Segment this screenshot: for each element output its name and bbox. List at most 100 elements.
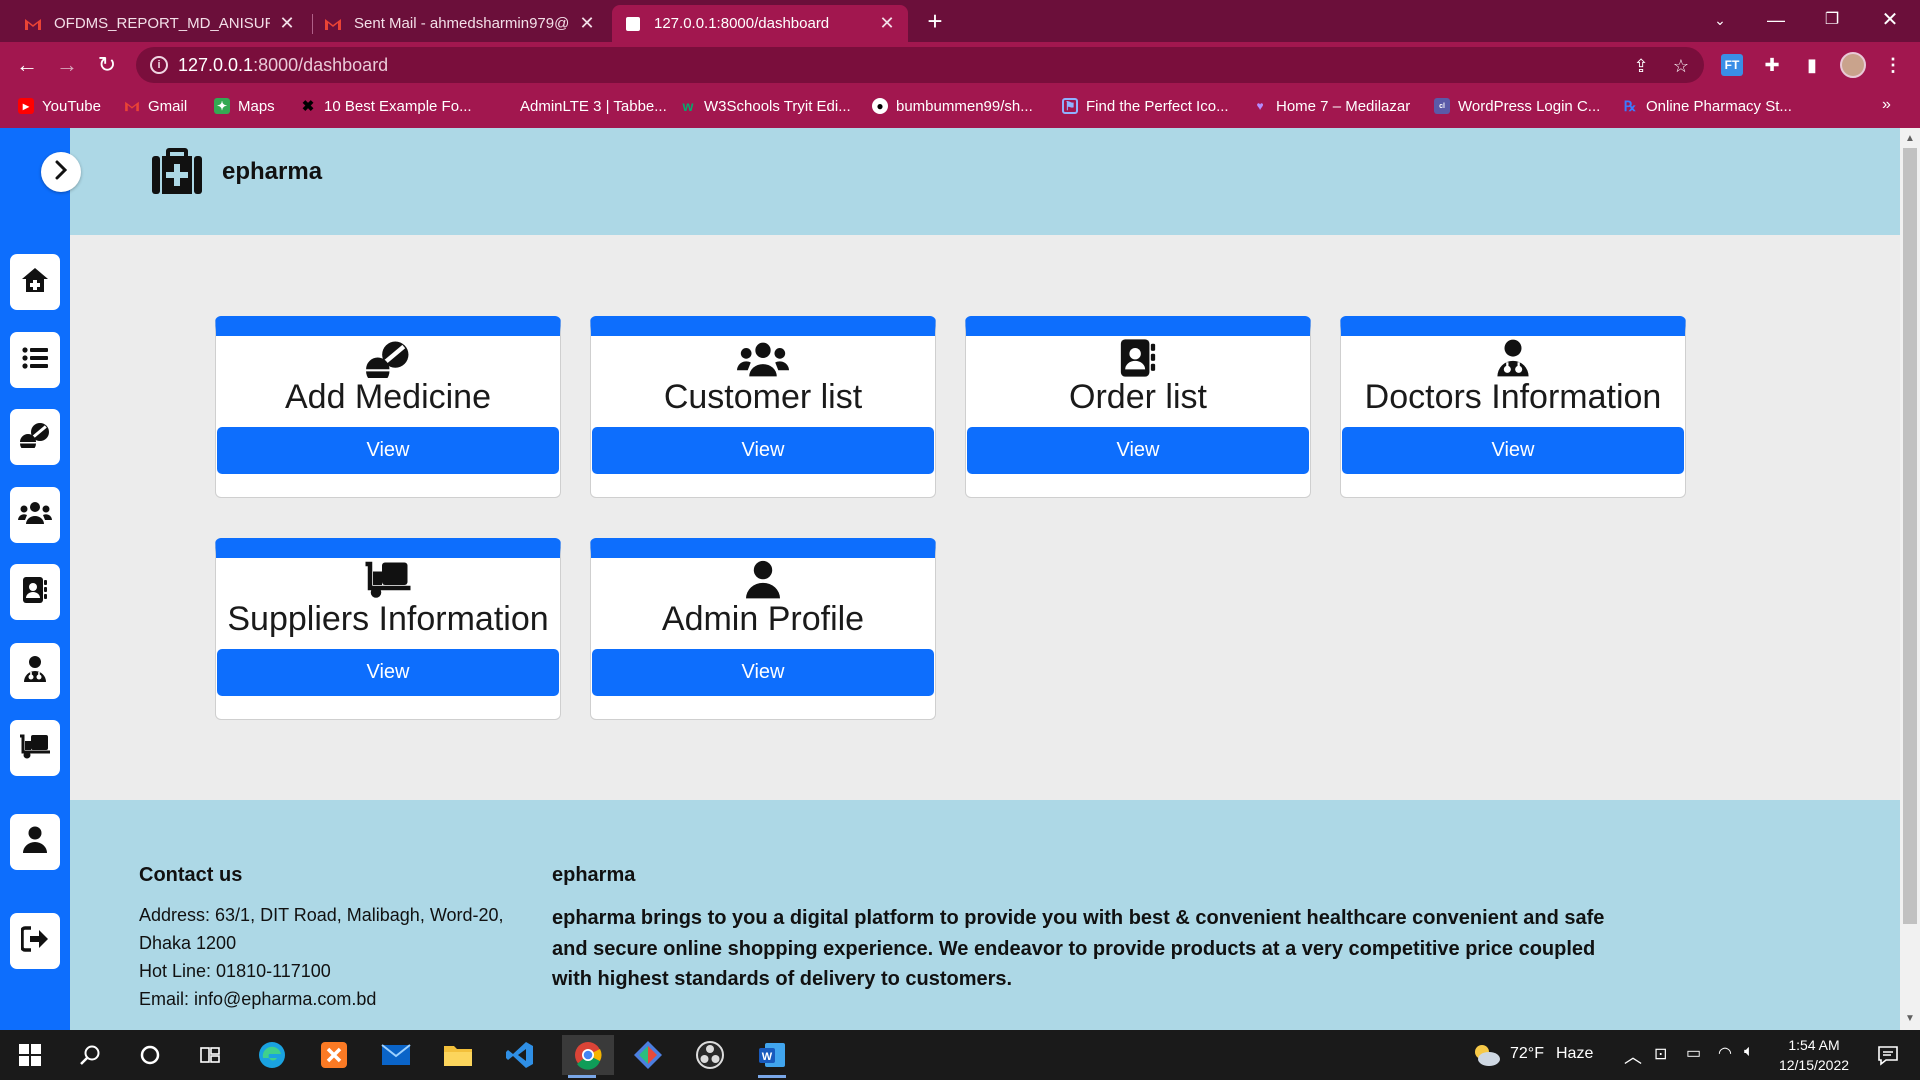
close-icon[interactable]: ✕ [278, 13, 296, 34]
notifications-icon[interactable] [1868, 1035, 1908, 1075]
tab-title: OFDMS_REPORT_MD_ANISUR_R/ [54, 15, 270, 32]
card-title: Order list [1069, 378, 1207, 416]
card-order-list: Order list View [965, 316, 1311, 498]
sidebar-item-home[interactable] [10, 254, 60, 310]
sidebar-item-profile[interactable] [10, 814, 60, 870]
more-bookmarks-icon[interactable]: » [1882, 96, 1891, 114]
card-title: Suppliers Information [227, 600, 549, 638]
windows-start-icon[interactable] [10, 1035, 50, 1075]
mail-icon[interactable] [376, 1035, 416, 1075]
w3schools-icon: w [682, 98, 694, 114]
view-order-list-button[interactable]: View [967, 427, 1309, 474]
close-icon[interactable]: ✕ [578, 13, 596, 34]
sidebar-item-medicine[interactable] [10, 409, 60, 465]
back-icon[interactable]: ← [12, 50, 42, 80]
system-clock[interactable]: 1:54 AM 12/15/2022 [1764, 1035, 1864, 1075]
view-suppliers-information-button[interactable]: View [217, 649, 559, 696]
view-doctors-information-button[interactable]: View [1342, 427, 1684, 474]
weather-temperature: 72°F [1510, 1045, 1544, 1062]
network-status-icon[interactable]: ⊡ [1654, 1044, 1667, 1064]
extension-ft-icon[interactable]: FT [1721, 54, 1743, 76]
card-title: Add Medicine [284, 378, 491, 416]
profile-avatar[interactable] [1840, 52, 1866, 78]
file-explorer-icon[interactable] [438, 1035, 478, 1075]
about-text: epharma brings to you a digital platform… [552, 907, 1605, 990]
tab-search-icon[interactable]: ⌄ [1692, 0, 1748, 42]
scrollbar-thumb[interactable] [1903, 148, 1917, 924]
tray-expand-icon[interactable]: ︿ [1624, 1043, 1642, 1069]
view-add-medicine-button[interactable]: View [217, 427, 559, 474]
sign-out-icon [20, 925, 49, 957]
dolly-icon [216, 558, 560, 600]
share-icon[interactable]: ⇪ [1630, 55, 1652, 77]
browser-tab-dashboard[interactable]: 127.0.0.1:8000/dashboard ✕ [612, 5, 908, 42]
youtube-icon: ▶ [18, 98, 34, 114]
restore-button[interactable]: ❐ [1804, 0, 1860, 42]
forward-icon[interactable]: → [52, 50, 82, 80]
bookmark-maps[interactable]: ✦ Maps [214, 96, 275, 116]
bookmark-w3schools[interactable]: w W3Schools Tryit Edi... [680, 96, 851, 116]
sidebar-item-orders[interactable] [10, 564, 60, 620]
close-icon[interactable]: ✕ [878, 13, 896, 34]
edge-icon[interactable] [252, 1035, 292, 1075]
new-tab-button[interactable]: + [918, 6, 952, 36]
bookmark-adminlte[interactable]: AdminLTE 3 | Tabbe... [520, 96, 667, 116]
git-tool-icon[interactable] [628, 1035, 668, 1075]
volume-icon[interactable]: 🔈︎ [1744, 1043, 1754, 1061]
word-icon[interactable]: W [752, 1035, 792, 1078]
card-add-medicine: Add Medicine View [215, 316, 561, 498]
card-title: Admin Profile [661, 600, 865, 638]
obs-icon[interactable] [690, 1035, 730, 1075]
card-title: Customer list [663, 378, 863, 416]
sidebar-item-suppliers[interactable] [10, 720, 60, 776]
gmail-icon [24, 15, 42, 33]
sidebar-item-customers[interactable] [10, 487, 60, 543]
extensions-puzzle-icon[interactable]: ✚ [1757, 50, 1787, 80]
bookmark-star-icon[interactable]: ☆ [1670, 55, 1692, 77]
xampp-icon[interactable] [314, 1035, 354, 1075]
about-heading: epharma [552, 864, 636, 886]
view-admin-profile-button[interactable]: View [592, 649, 934, 696]
sidebar-toggle-button[interactable] [41, 152, 81, 192]
chrome-icon[interactable] [562, 1035, 614, 1078]
search-icon[interactable] [70, 1035, 110, 1075]
bookmark-pharmacy[interactable]: ℞ Online Pharmacy St... [1622, 96, 1792, 116]
menu-kebab-icon[interactable]: ⋮ [1878, 50, 1908, 80]
bookmark-youtube[interactable]: ▶ YouTube [18, 96, 101, 116]
minimize-button[interactable]: — [1748, 0, 1804, 42]
sidebar-item-logout[interactable] [10, 913, 60, 969]
vscode-icon[interactable] [500, 1035, 540, 1075]
close-window-button[interactable]: ✕ [1862, 0, 1918, 42]
view-customer-list-button[interactable]: View [592, 427, 934, 474]
battery-icon[interactable]: ▭ [1686, 1043, 1701, 1063]
task-view-icon[interactable] [190, 1035, 230, 1075]
scroll-up-icon[interactable]: ▲ [1902, 133, 1918, 147]
card-suppliers-information: Suppliers Information View [215, 538, 561, 720]
bookmark-wordpress[interactable]: cl WordPress Login C... [1434, 96, 1600, 116]
site-info-icon[interactable]: i [150, 56, 168, 74]
bookmark-gmail[interactable]: Gmail [124, 96, 187, 116]
bookmark-icons[interactable]: ⚑ Find the Perfect Ico... [1062, 96, 1229, 116]
weather-icon[interactable] [1466, 1035, 1506, 1075]
sidebar-item-doctors[interactable] [10, 643, 60, 699]
bookmark-medilazar[interactable]: ♥ Home 7 – Medilazar [1252, 96, 1410, 116]
browser-tab-report[interactable]: OFDMS_REPORT_MD_ANISUR_R/ ✕ [12, 5, 308, 42]
page-header [70, 128, 1900, 235]
contact-hotline: Hot Line: 01810-117100 [139, 961, 331, 981]
tab-title: Sent Mail - ahmedsharmin979@ [354, 15, 570, 32]
scroll-down-icon[interactable]: ▼ [1902, 1013, 1918, 1027]
github-icon: ● [872, 98, 888, 114]
bookmark-10-best[interactable]: ✖ 10 Best Example Fo... [300, 96, 472, 116]
chevron-right-icon [53, 160, 69, 185]
sidebar-item-list[interactable] [10, 332, 60, 388]
cortana-icon[interactable] [130, 1035, 170, 1075]
card-title: Doctors Information [1364, 378, 1662, 416]
wifi-icon[interactable]: ◠ [1718, 1043, 1732, 1063]
clock-date: 12/15/2022 [1778, 1057, 1850, 1073]
bookmark-github[interactable]: ● bumbummen99/sh... [872, 96, 1033, 116]
browser-tab-sent-mail[interactable]: Sent Mail - ahmedsharmin979@ ✕ [312, 5, 608, 42]
side-panel-icon[interactable]: ▮ [1797, 50, 1827, 80]
reload-icon[interactable]: ↻ [92, 50, 122, 80]
dolly-icon [19, 732, 51, 765]
address-bar[interactable]: i 127.0.0.1:8000/dashboard ⇪ ☆ [136, 47, 1704, 83]
